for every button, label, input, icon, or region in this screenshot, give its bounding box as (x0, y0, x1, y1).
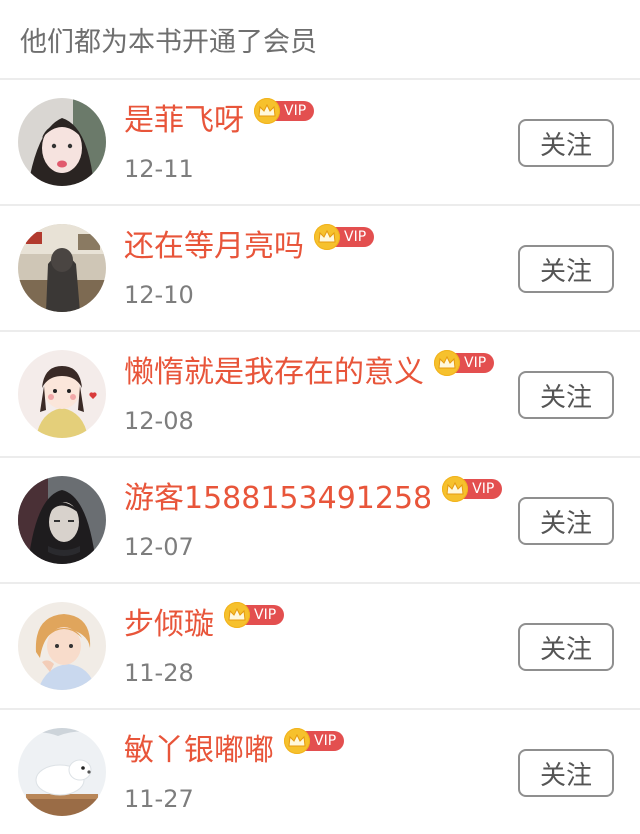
list-item[interactable]: 敏丫银嘟嘟 VIP 11-27 关注 (0, 710, 640, 834)
list-item[interactable]: 步倾璇 VIP 11-28 关注 (0, 584, 640, 710)
member-name[interactable]: 游客1588153491258 (124, 476, 432, 522)
join-date: 11-28 (124, 659, 194, 687)
list-item[interactable]: 游客1588153491258 VIP 12-07 关注 (0, 458, 640, 584)
follow-button[interactable]: 关注 (518, 749, 614, 797)
member-name[interactable]: 懒惰就是我存在的意义 (124, 350, 424, 396)
member-name[interactable]: 是菲飞呀 (124, 98, 244, 144)
follow-button[interactable]: 关注 (518, 119, 614, 167)
member-list: 是菲飞呀 VIP 12-11 关注 还在等月亮吗 VIP 12-10 关注 懒惰… (0, 80, 640, 834)
member-name[interactable]: 还在等月亮吗 (124, 224, 304, 270)
avatar[interactable] (18, 350, 106, 438)
join-date: 12-08 (124, 407, 194, 435)
follow-button[interactable]: 关注 (518, 623, 614, 671)
avatar[interactable] (18, 224, 106, 312)
vip-badge: VIP (224, 602, 285, 628)
follow-button[interactable]: 关注 (518, 497, 614, 545)
avatar[interactable] (18, 476, 106, 564)
follow-button[interactable]: 关注 (518, 245, 614, 293)
member-name[interactable]: 敏丫银嘟嘟 (124, 728, 274, 774)
list-item[interactable]: 是菲飞呀 VIP 12-11 关注 (0, 80, 640, 206)
vip-badge: VIP (442, 476, 503, 502)
vip-badge: VIP (284, 728, 345, 754)
header-title: 他们都为本书开通了会员 (20, 26, 317, 58)
list-item[interactable]: 还在等月亮吗 VIP 12-10 关注 (0, 206, 640, 332)
join-date: 12-10 (124, 281, 194, 309)
crown-icon (224, 602, 250, 628)
avatar[interactable] (18, 728, 106, 816)
follow-button[interactable]: 关注 (518, 371, 614, 419)
avatar[interactable] (18, 98, 106, 186)
crown-icon (314, 224, 340, 250)
vip-badge: VIP (254, 98, 315, 124)
join-date: 11-27 (124, 785, 194, 813)
crown-icon (442, 476, 469, 502)
crown-icon (434, 350, 460, 376)
page-header: 他们都为本书开通了会员 (0, 0, 640, 80)
list-item[interactable]: 懒惰就是我存在的意义 VIP 12-08 关注 (0, 332, 640, 458)
crown-icon (254, 98, 280, 124)
join-date: 12-11 (124, 155, 194, 183)
crown-icon (284, 728, 310, 754)
member-name[interactable]: 步倾璇 (124, 602, 214, 648)
vip-badge: VIP (434, 350, 495, 376)
vip-badge: VIP (314, 224, 375, 250)
join-date: 12-07 (124, 533, 194, 561)
avatar[interactable] (18, 602, 106, 690)
